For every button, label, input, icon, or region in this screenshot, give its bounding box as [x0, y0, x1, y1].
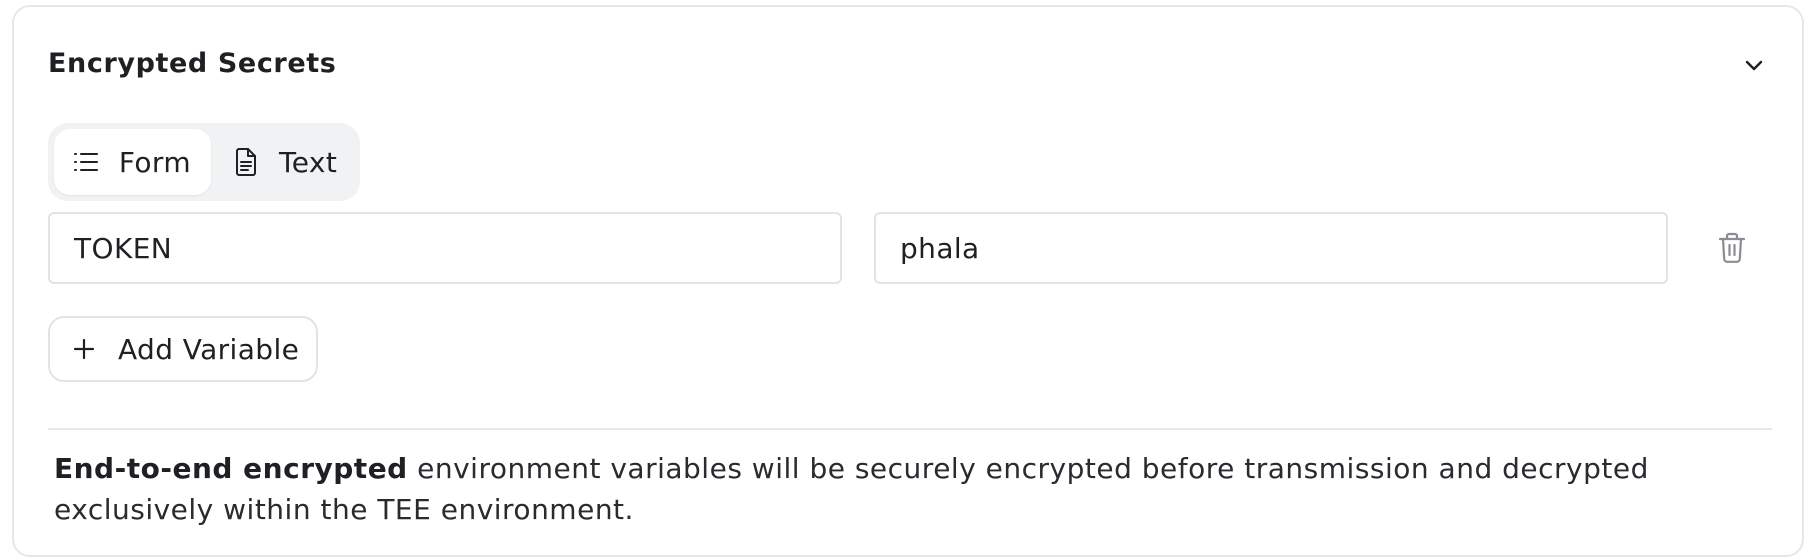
variable-key-input[interactable]: TOKEN	[48, 212, 842, 284]
text-mode-label: Text	[279, 145, 338, 179]
variable-key-value: TOKEN	[74, 231, 173, 265]
add-variable-button[interactable]: Add Variable	[48, 316, 318, 382]
variable-value-value: phala	[900, 231, 980, 265]
form-mode-button[interactable]: Form	[54, 129, 211, 195]
mode-toggle: Form Text	[48, 123, 360, 201]
encrypted-secrets-card: Encrypted Secrets Form Text TOKEN phala …	[12, 5, 1804, 557]
section-header[interactable]: Encrypted Secrets	[14, 7, 1802, 115]
list-icon	[72, 147, 101, 177]
section-title: Encrypted Secrets	[48, 48, 337, 79]
encryption-note: End-to-end encrypted environment variabl…	[54, 448, 1764, 530]
variable-value-input[interactable]: phala	[874, 212, 1668, 284]
chevron-down-icon[interactable]	[1740, 51, 1768, 79]
plus-icon	[72, 337, 96, 361]
divider	[48, 428, 1772, 430]
trash-icon[interactable]	[1714, 229, 1750, 267]
add-variable-label: Add Variable	[118, 332, 300, 366]
document-icon	[231, 147, 261, 177]
text-mode-button[interactable]: Text	[213, 129, 357, 195]
encryption-note-bold: End-to-end encrypted	[54, 452, 408, 485]
form-mode-label: Form	[118, 145, 191, 179]
